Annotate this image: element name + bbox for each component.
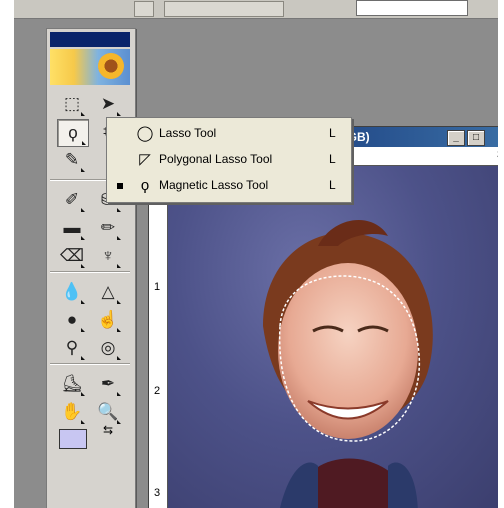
more-tools-triangle-icon bbox=[117, 420, 121, 424]
ruler-label: 3 bbox=[154, 487, 161, 499]
minimize-button[interactable]: _ bbox=[447, 130, 465, 146]
more-tools-triangle-icon bbox=[81, 300, 85, 304]
flyout-item-shortcut: L bbox=[329, 126, 336, 140]
hand-icon: ✋ bbox=[61, 402, 83, 421]
vertical-ruler: 1 2 3 bbox=[149, 165, 168, 508]
pencil-tool[interactable]: ✏ bbox=[93, 215, 123, 241]
more-tools-triangle-icon bbox=[81, 328, 85, 332]
smudge-tool[interactable]: ☝ bbox=[93, 307, 123, 333]
polygonal-lasso-icon: ◸ bbox=[139, 151, 151, 168]
magnetic-lasso-icon: ϙ bbox=[68, 123, 78, 142]
more-tools-triangle-icon bbox=[117, 300, 121, 304]
photoshop-workspace: ⬚➤ϙ⌗✎⌇✐⛁▬✏⌫♆💧△●☝⚲◎⛸✒✋🔍 ⇆ RGB) _ □ 2 3 1 … bbox=[14, 0, 498, 508]
stamp-icon: ⛸ bbox=[61, 374, 83, 393]
ruler-label: 2 bbox=[154, 385, 161, 397]
eraser-icon: ⌫ bbox=[59, 246, 85, 265]
more-tools-triangle-icon bbox=[81, 168, 85, 172]
burn-tool[interactable]: ⚲ bbox=[57, 335, 87, 361]
flyout-item-lasso[interactable]: ◯ Lasso Tool L bbox=[107, 122, 351, 146]
eraser-tool[interactable]: ⌫ bbox=[57, 243, 87, 269]
slice-icon: ✎ bbox=[64, 150, 80, 169]
rectangular-marquee-tool[interactable]: ⬚ bbox=[57, 91, 87, 117]
dodge-tool[interactable]: ◎ bbox=[93, 335, 123, 361]
stamp-tool[interactable]: ⛸ bbox=[57, 371, 87, 397]
more-tools-triangle-icon bbox=[81, 236, 85, 240]
lasso-tool-flyout-menu: ◯ Lasso Tool L ◸ Polygonal Lasso Tool Lϙ Magne… bbox=[106, 117, 352, 203]
more-tools-triangle-icon bbox=[117, 264, 121, 268]
photo-canvas[interactable] bbox=[168, 166, 498, 508]
eyedropper-tool[interactable]: ✒ bbox=[93, 371, 123, 397]
flyout-item-magnetic-lasso[interactable]: ϙ Magnetic Lasso Tool L bbox=[107, 174, 351, 198]
hand-tool[interactable]: ✋ bbox=[57, 399, 87, 425]
maximize-button[interactable]: □ bbox=[467, 130, 485, 146]
swap-colors-icon[interactable]: ⇆ bbox=[103, 423, 113, 437]
smudge-icon: ☝ bbox=[97, 310, 119, 329]
selected-bullet-icon bbox=[117, 183, 123, 189]
history-brush-tool[interactable]: ♆ bbox=[93, 243, 123, 269]
flyout-item-shortcut: L bbox=[329, 178, 336, 192]
more-tools-triangle-icon bbox=[117, 208, 121, 212]
sponge-tool[interactable]: ● bbox=[57, 307, 87, 333]
flyout-item-label: Magnetic Lasso Tool bbox=[159, 178, 269, 192]
history-brush-icon: ♆ bbox=[101, 246, 115, 265]
options-button[interactable] bbox=[134, 1, 154, 17]
gradient-tool[interactable]: ▬ bbox=[57, 215, 87, 241]
toolbox-separator bbox=[50, 271, 130, 273]
brush-icon: ✐ bbox=[64, 190, 80, 209]
toolbox-titlebar[interactable] bbox=[50, 32, 130, 47]
sharpen-icon: △ bbox=[101, 282, 115, 301]
more-tools-triangle-icon bbox=[81, 112, 85, 116]
more-tools-triangle-icon bbox=[117, 356, 121, 360]
options-field[interactable] bbox=[356, 0, 468, 16]
more-tools-triangle-icon bbox=[81, 392, 85, 396]
more-tools-triangle-icon bbox=[117, 112, 121, 116]
zoom-tool[interactable]: 🔍 bbox=[93, 399, 123, 425]
marquee-icon: ⬚ bbox=[63, 94, 81, 113]
more-tools-triangle-icon bbox=[81, 356, 85, 360]
ruler-label: 3 bbox=[497, 149, 498, 161]
eyedropper-icon: ✒ bbox=[100, 374, 116, 393]
more-tools-triangle-icon bbox=[81, 264, 85, 268]
magnifier-icon: 🔍 bbox=[97, 402, 119, 421]
lasso-tool[interactable]: ϙ bbox=[57, 119, 89, 147]
move-tool[interactable]: ➤ bbox=[93, 91, 123, 117]
gradient-icon: ▬ bbox=[63, 218, 81, 237]
magnetic-lasso-icon: ϙ bbox=[140, 177, 150, 194]
blur-tool[interactable]: 💧 bbox=[57, 279, 87, 305]
more-tools-triangle-icon bbox=[81, 208, 85, 212]
flyout-item-shortcut: L bbox=[329, 152, 336, 166]
options-button-group[interactable] bbox=[164, 1, 284, 17]
more-tools-triangle-icon bbox=[117, 236, 121, 240]
brush-tool[interactable]: ✐ bbox=[57, 187, 87, 213]
ruler-label: 1 bbox=[154, 281, 161, 293]
photoshop-logo[interactable] bbox=[50, 49, 130, 85]
sponge-icon: ● bbox=[66, 310, 78, 329]
sunflower-logo-icon bbox=[98, 53, 124, 79]
flyout-item-label: Polygonal Lasso Tool bbox=[159, 152, 273, 166]
move-icon: ➤ bbox=[100, 94, 116, 113]
sharpen-tool[interactable]: △ bbox=[93, 279, 123, 305]
droplet-icon: 💧 bbox=[61, 282, 83, 301]
toolbox-panel: ⬚➤ϙ⌗✎⌇✐⛁▬✏⌫♆💧△●☝⚲◎⛸✒✋🔍 ⇆ bbox=[46, 28, 136, 508]
pencil-icon: ✏ bbox=[100, 218, 116, 237]
foreground-color-swatch[interactable] bbox=[59, 429, 87, 449]
more-tools-triangle-icon bbox=[81, 420, 85, 424]
options-bar bbox=[14, 0, 498, 19]
slice-tool[interactable]: ✎ bbox=[57, 147, 87, 173]
lasso-icon: ◯ bbox=[136, 125, 154, 142]
flyout-item-label: Lasso Tool bbox=[159, 126, 217, 140]
more-tools-triangle-icon bbox=[117, 328, 121, 332]
dodge-icon: ◎ bbox=[100, 338, 116, 357]
burn-icon: ⚲ bbox=[65, 338, 79, 357]
portrait-image bbox=[263, 219, 433, 508]
toolbox-separator bbox=[50, 363, 130, 365]
flyout-item-polygonal-lasso[interactable]: ◸ Polygonal Lasso Tool L bbox=[107, 148, 351, 172]
more-tools-triangle-icon bbox=[82, 141, 86, 145]
more-tools-triangle-icon bbox=[117, 392, 121, 396]
